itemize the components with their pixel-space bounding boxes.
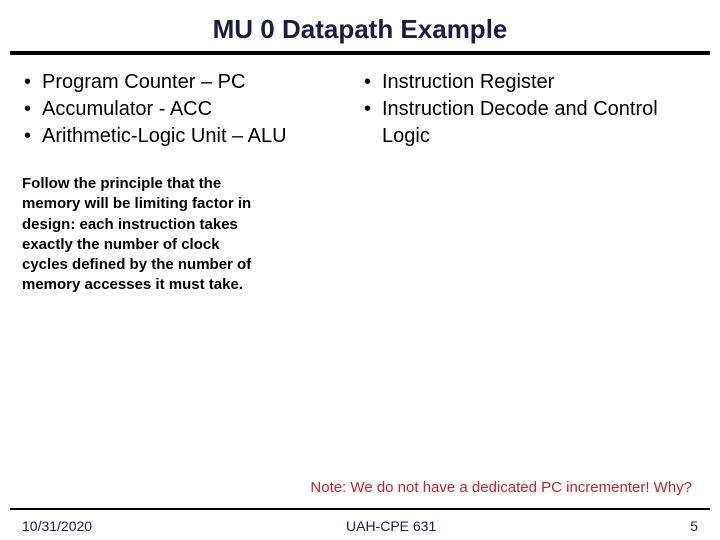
title-rule (10, 51, 710, 55)
bullet-item: Program Counter – PC (20, 69, 360, 96)
bullet-item: Instruction Register (360, 69, 700, 96)
footer-rule (10, 508, 710, 510)
left-bullet-list: Program Counter – PC Accumulator - ACC A… (20, 69, 360, 150)
right-bullet-list: Instruction Register Instruction Decode … (360, 69, 700, 150)
footer-date: 10/31/2020 (22, 518, 92, 534)
bullet-item: Accumulator - ACC (20, 96, 360, 123)
right-column: Instruction Register Instruction Decode … (360, 65, 700, 150)
content-columns: Program Counter – PC Accumulator - ACC A… (0, 65, 720, 150)
footer-center: UAH-CPE 631 (92, 518, 690, 534)
footer: 10/31/2020 UAH-CPE 631 5 (0, 518, 720, 534)
bullet-item: Instruction Decode and Control Logic (360, 96, 700, 150)
slide: MU 0 Datapath Example Program Counter – … (0, 0, 720, 540)
left-column: Program Counter – PC Accumulator - ACC A… (20, 65, 360, 150)
note-text: Note: We do not have a dedicated PC incr… (310, 479, 692, 496)
slide-title: MU 0 Datapath Example (0, 0, 720, 51)
principle-text: Follow the principle that the memory wil… (22, 174, 252, 296)
footer-page: 5 (690, 518, 698, 534)
bullet-item: Arithmetic-Logic Unit – ALU (20, 123, 360, 150)
